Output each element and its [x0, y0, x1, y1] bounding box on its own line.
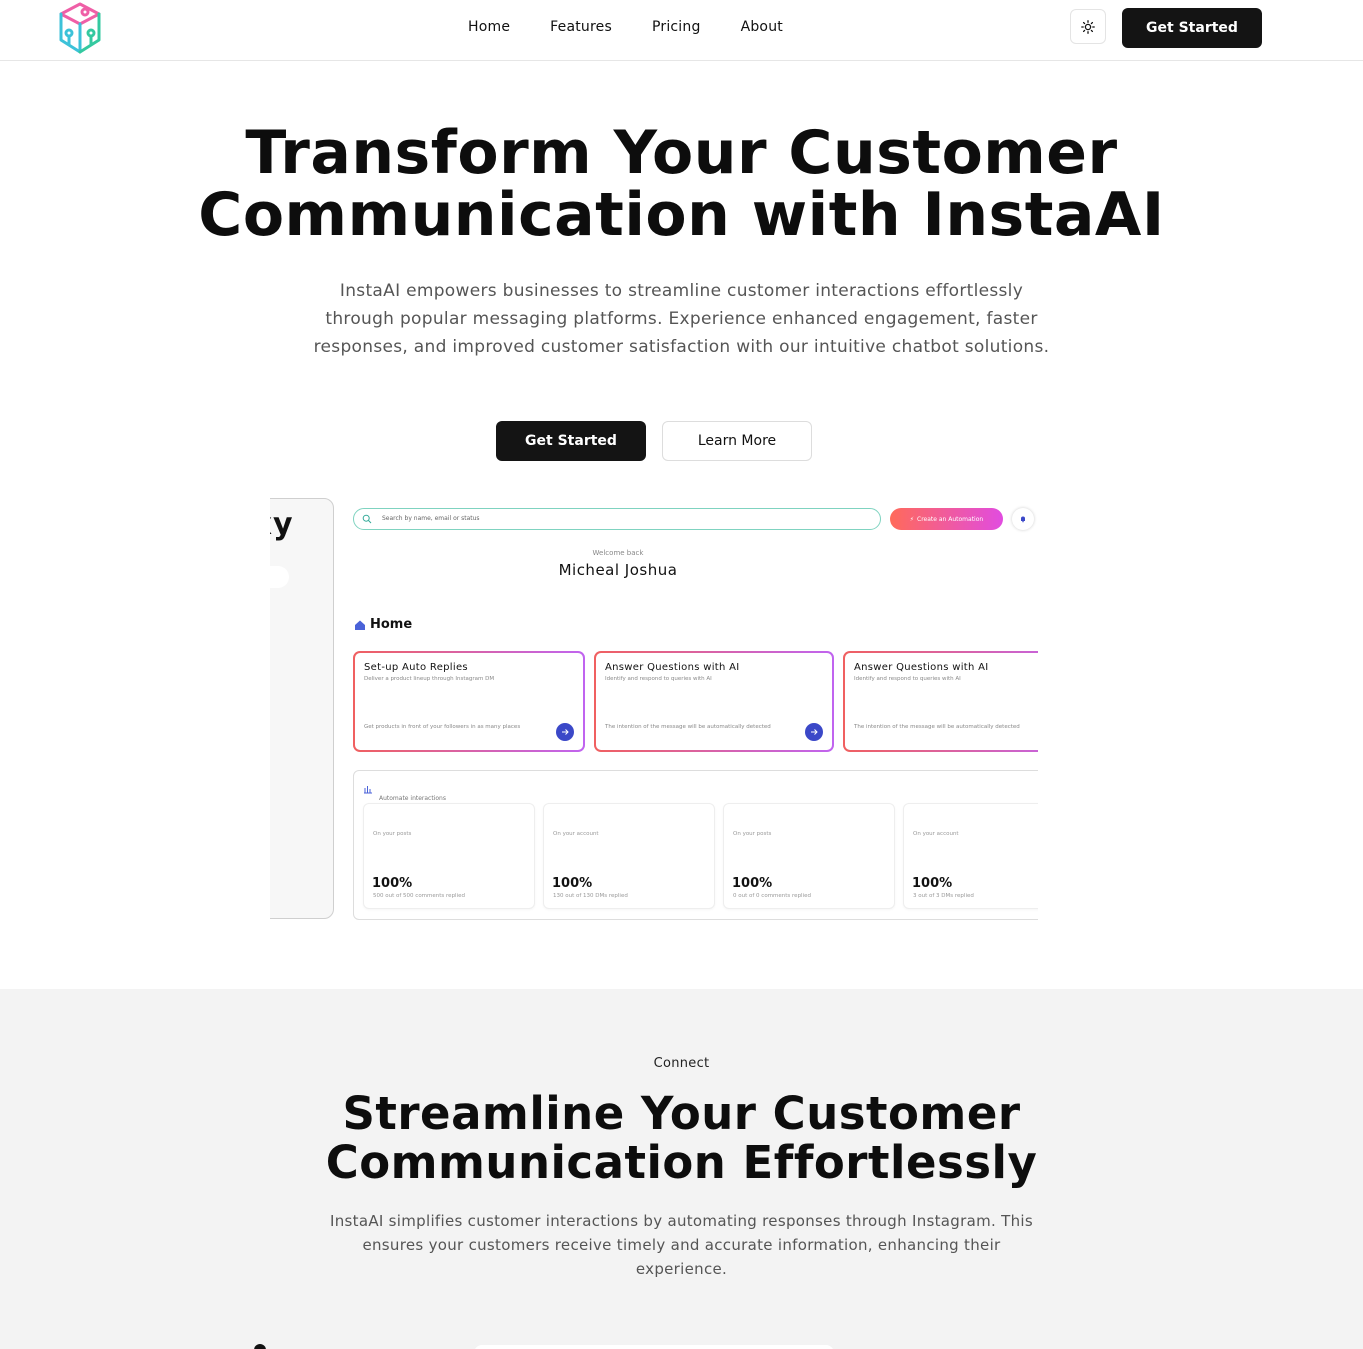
stat-desc: 3 out of 3 DMs replied: [913, 893, 974, 899]
automation-card-desc: Deliver a product lineup through Instagr…: [364, 676, 495, 682]
arrow-right-icon: [811, 729, 818, 735]
stats-panel: Automate interactions On your posts 100%…: [353, 770, 1038, 920]
automation-card[interactable]: Answer Questions with AI Identify and re…: [843, 651, 1038, 752]
nav-link-home[interactable]: Home: [468, 19, 510, 35]
stat-value: 100%: [912, 876, 953, 891]
bell-icon: [1021, 516, 1025, 523]
bar-chart-icon: [364, 786, 372, 794]
stat-card: On your posts 100% 0 out of 0 comments r…: [723, 803, 895, 909]
section-title: Streamline Your Customer Communication E…: [0, 1089, 1363, 1187]
logo-icon[interactable]: [55, 0, 105, 58]
section-title-line-1: Streamline Your Customer: [342, 1087, 1021, 1140]
preview-sidebar-active-pill: [270, 566, 289, 588]
stat-value: 100%: [732, 876, 773, 891]
hero-get-started-button[interactable]: Get Started: [496, 421, 646, 461]
section-subtitle: InstaAI simplifies customer interactions…: [330, 1212, 1033, 1278]
automation-card-desc: Identify and respond to queries with AI: [605, 676, 712, 682]
automation-card-foot: The intention of the message will be aut…: [605, 724, 771, 730]
automation-card-title: Set-up Auto Replies: [364, 662, 468, 673]
dashboard-preview: oxy ations tions s Search by name, email…: [270, 497, 1038, 921]
stat-card: On your posts 100% 500 out of 500 commen…: [363, 803, 535, 909]
feature-icon-peek: [254, 1344, 266, 1349]
sparkle-icon: ⚡: [909, 515, 915, 523]
stat-desc: 500 out of 500 comments replied: [373, 893, 465, 899]
theme-toggle-button[interactable]: [1070, 9, 1106, 44]
automation-card-foot: Get products in front of your followers …: [364, 724, 521, 730]
stat-value: 100%: [372, 876, 413, 891]
nav-links: Home Features Pricing About: [468, 19, 783, 35]
feature-card-peek: [474, 1345, 834, 1349]
stat-caption: On your posts: [373, 831, 412, 837]
stat-desc: 0 out of 0 comments replied: [733, 893, 811, 899]
stat-caption: On your posts: [733, 831, 772, 837]
arrow-right-button[interactable]: [556, 723, 574, 741]
preview-sidebar: oxy ations tions s: [270, 498, 334, 919]
stat-card: On your account 100% 130 out of 130 DMs …: [543, 803, 715, 909]
top-navbar: Home Features Pricing About Get Started: [0, 0, 1363, 61]
home-icon: [355, 620, 365, 630]
section-eyebrow: Connect: [653, 1056, 710, 1071]
nav-link-features[interactable]: Features: [550, 19, 612, 35]
stats-label: Automate interactions: [379, 795, 446, 802]
nav-get-started-button[interactable]: Get Started: [1122, 8, 1262, 48]
arrow-right-button[interactable]: [805, 723, 823, 741]
nav-link-about[interactable]: About: [741, 19, 783, 35]
stat-card: On your account 100% 3 out of 3 DMs repl…: [903, 803, 1038, 909]
hero-title-line-2: Communication with InstaAI: [198, 180, 1165, 250]
automation-card-title: Answer Questions with AI: [854, 662, 989, 673]
preview-brand: oxy: [270, 507, 294, 542]
nav-link-pricing[interactable]: Pricing: [652, 19, 701, 35]
preview-home-heading: Home: [354, 617, 412, 632]
search-icon: [362, 514, 372, 524]
preview-welcome-text: Welcome back: [592, 549, 644, 557]
stat-caption: On your account: [913, 831, 959, 837]
section-title-line-2: Communication Effortlessly: [325, 1136, 1038, 1189]
sun-icon: [1081, 19, 1095, 34]
hero-title-line-1: Transform Your Customer: [245, 118, 1118, 188]
stat-value: 100%: [552, 876, 593, 891]
stat-desc: 130 out of 130 DMs replied: [553, 893, 628, 899]
preview-home-label: Home: [370, 617, 413, 632]
automation-card-desc: Identify and respond to queries with AI: [854, 676, 961, 682]
preview-notification-button[interactable]: [1012, 508, 1034, 530]
preview-create-automation-button[interactable]: ⚡ Create an Automation: [890, 508, 1003, 530]
arrow-right-icon: [562, 729, 569, 735]
preview-user-name: Micheal Joshua: [558, 561, 678, 579]
hero-subtitle: InstaAI empowers businesses to streamlin…: [313, 281, 1050, 357]
preview-search-input[interactable]: Search by name, email or status: [353, 508, 881, 530]
automation-card[interactable]: Answer Questions with AI Identify and re…: [594, 651, 834, 752]
preview-search-placeholder: Search by name, email or status: [382, 515, 480, 522]
hero-learn-more-button[interactable]: Learn More: [662, 421, 812, 461]
preview-create-label: Create an Automation: [917, 515, 984, 523]
connect-section: Connect Streamline Your Customer Communi…: [0, 989, 1363, 1349]
hero-title: Transform Your Customer Communication wi…: [0, 122, 1363, 246]
automation-card-foot: The intention of the message will be aut…: [854, 724, 1020, 730]
automation-card-title: Answer Questions with AI: [605, 662, 740, 673]
automation-card[interactable]: Set-up Auto Replies Deliver a product li…: [353, 651, 585, 752]
stat-caption: On your account: [553, 831, 599, 837]
